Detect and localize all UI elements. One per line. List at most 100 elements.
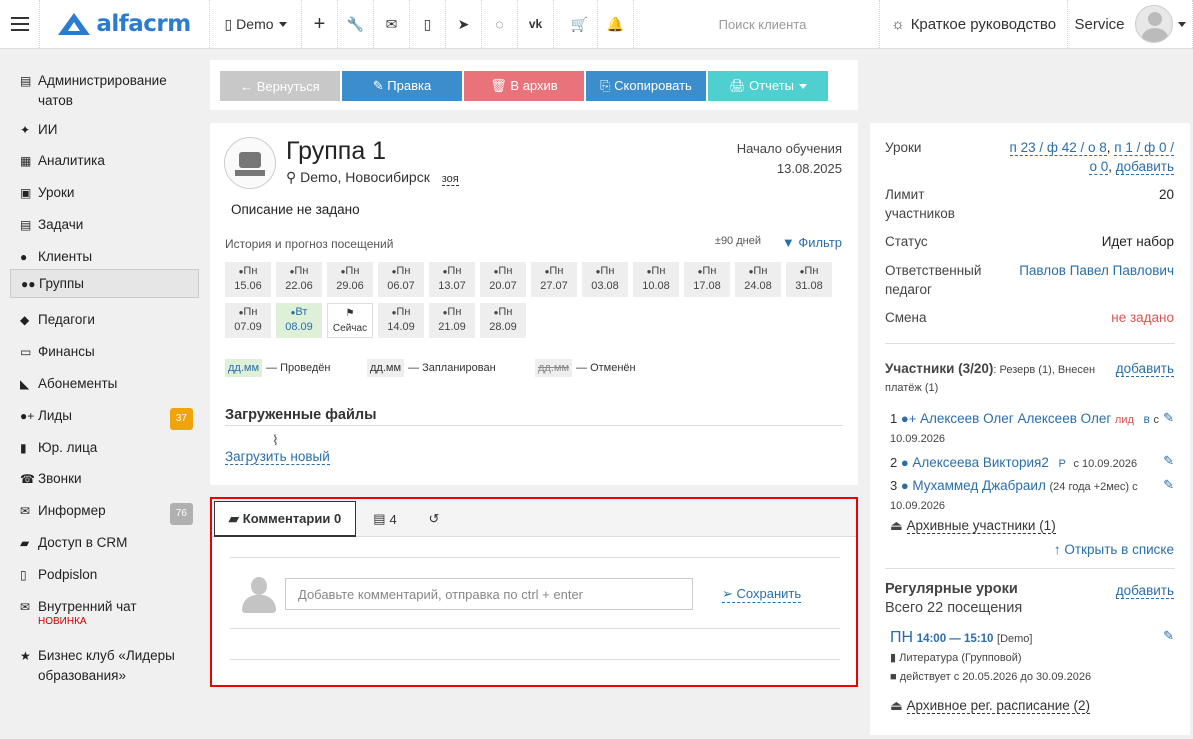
save-comment-button[interactable]: ➢ Сохранить <box>722 586 802 603</box>
sidebar-item-clients[interactable]: ● Клиенты <box>10 243 199 271</box>
user-icon: ● <box>900 455 909 470</box>
edit-label: ✎ Правка <box>372 78 432 93</box>
participant-name-link[interactable]: Алексеева Виктория2 <box>912 455 1049 470</box>
attendance-cell[interactable]: ●Пн 03.08 <box>582 262 628 297</box>
sidebar-item-informer[interactable]: ✉ Информер 76 <box>10 497 199 525</box>
wrench-icon: 🔧 <box>346 15 365 32</box>
add-button[interactable]: + <box>302 0 338 48</box>
edit-participant-button[interactable]: ✎ <box>1163 453 1174 469</box>
cart-button[interactable]: 🛒 <box>562 0 598 48</box>
attendance-cell[interactable]: ●Пн 28.09 <box>480 303 526 338</box>
sidebar-item-calls[interactable]: ☎ Звонки <box>10 465 199 493</box>
lessons-count-link-3[interactable]: о 0 <box>1089 159 1109 175</box>
edit-participant-button[interactable]: ✎ <box>1163 477 1174 493</box>
attendance-cell[interactable]: ●Пн 22.06 <box>276 262 322 297</box>
attendance-day: ●Пн <box>582 264 628 279</box>
logo[interactable]: alfacrm <box>40 0 210 48</box>
user-menu[interactable]: Service <box>1068 0 1193 48</box>
attendance-cell[interactable]: ●Пн 20.07 <box>480 262 526 297</box>
archive-button[interactable]: 🗑 В архив <box>464 71 584 101</box>
attendance-cell[interactable]: ●Пн 21.09 <box>429 303 475 338</box>
sidebar-item-teachers[interactable]: ◆ Педагоги <box>10 306 199 334</box>
sidebar-item-internal-chat[interactable]: ✉ Внутренний чат НОВИНКА <box>10 593 199 631</box>
sidebar-item-chat-admin[interactable]: ▤ Администрирование чатов <box>10 67 199 115</box>
archive-icon: ⏏ <box>890 698 903 713</box>
days-range[interactable]: ±90 дней <box>715 235 761 247</box>
attendance-cell[interactable]: ●Пн 15.06 <box>225 262 271 297</box>
attendance-cell[interactable]: ●Пн 24.08 <box>735 262 781 297</box>
attendance-cell[interactable]: ●Пн 10.08 <box>633 262 679 297</box>
sidebar-item-groups[interactable]: ●● Группы <box>10 269 199 298</box>
sidebar-item-label: Абонементы <box>38 376 118 391</box>
whatsapp-button[interactable]: ◌ <box>482 0 518 48</box>
attendance-cell[interactable]: ●Пн 31.08 <box>786 262 832 297</box>
attendance-cell[interactable]: ●Вт 08.09 <box>276 303 322 338</box>
archived-schedule-label: Архивное рег. расписание (2) <box>906 698 1091 714</box>
upload-file-link[interactable]: Загрузить новый <box>225 449 330 465</box>
add-regular-lesson-button[interactable]: добавить <box>1115 581 1174 600</box>
branch-select[interactable]: ▯ Demo <box>210 0 302 48</box>
quick-guide-button[interactable]: ☼ Краткое руководство <box>880 0 1068 48</box>
sidebar-item-tasks[interactable]: ▤ Задачи <box>10 211 199 239</box>
attendance-cell[interactable]: ●Пн 13.07 <box>429 262 475 297</box>
filter-button[interactable]: ▼ Фильтр <box>782 235 842 250</box>
room-link[interactable]: зоя <box>441 173 459 186</box>
attendance-cell[interactable]: ●Пн 17.08 <box>684 262 730 297</box>
participant-number: 3 <box>890 478 898 493</box>
sidebar-item-analytics[interactable]: ▦ Аналитика <box>10 147 199 175</box>
open-in-list-label: Открыть в списке <box>1064 542 1174 557</box>
notifications-button[interactable]: 🔔 <box>598 0 634 48</box>
sidebar-item-subscriptions[interactable]: ◣ Абонементы <box>10 370 199 398</box>
lesson-time: 14:00 — 15:10 <box>916 633 994 645</box>
attendance-cell[interactable]: ●Пн 29.06 <box>327 262 373 297</box>
attendance-cell[interactable]: ●Пн 06.07 <box>378 262 424 297</box>
calendar-icon: ▣ <box>20 186 32 200</box>
participant-name-link[interactable]: Мухаммед Джабраил <box>912 478 1046 493</box>
menu-toggle-button[interactable] <box>0 0 40 48</box>
tab-history[interactable]: ↺ <box>416 501 452 537</box>
mail-button[interactable]: ✉ <box>374 0 410 48</box>
plus-icon: + <box>313 12 326 35</box>
client-search-input[interactable]: Поиск клиента <box>636 0 880 48</box>
sidebar-item-legal-entities[interactable]: ▮ Юр. лица <box>10 434 199 462</box>
sidebar-item-leads[interactable]: ●+ Лиды 37 <box>10 402 199 430</box>
add-lesson-link[interactable]: добавить <box>1115 159 1174 175</box>
sidebar-item-crm-access[interactable]: ▰ Доступ в CRM <box>10 529 199 557</box>
reports-button[interactable]: 🖨 Отчеты <box>708 71 828 101</box>
comment-input[interactable] <box>285 578 693 610</box>
tab-comments[interactable]: ▰ Комментарии 0 <box>214 501 356 537</box>
divider <box>885 343 1175 344</box>
archived-schedule-link[interactable]: ⏏ Архивное рег. расписание (2) <box>890 696 1091 715</box>
regular-lessons-heading: Регулярные уроки Всего 22 посещения <box>885 580 1022 618</box>
sidebar-item-business-club[interactable]: ★ Бизнес клуб «Лидеры образования» <box>10 642 199 690</box>
edit-button[interactable]: ✎ Правка <box>342 71 462 101</box>
mobile-button[interactable]: ▯ <box>410 0 446 48</box>
edit-participant-button[interactable]: ✎ <box>1163 410 1174 426</box>
start-date-block: Начало обучения 13.08.2025 <box>737 139 842 179</box>
lessons-count-link-2[interactable]: п 1 / ф 0 / <box>1114 140 1174 156</box>
telegram-button[interactable]: ➤ <box>446 0 482 48</box>
attendance-date: 14.09 <box>387 321 415 333</box>
sidebar-item-lessons[interactable]: ▣ Уроки <box>10 179 199 207</box>
teacher-link[interactable]: Павлов Павел Павлович <box>1019 261 1174 280</box>
group-info-panel: Уроки п 23 / ф 42 / о 8, п 1 / ф 0 / о 0… <box>870 123 1190 735</box>
sidebar-item-finance[interactable]: ▭ Финансы <box>10 338 199 366</box>
vk-button[interactable]: vk <box>518 0 554 48</box>
tools-button[interactable]: 🔧 <box>338 0 374 48</box>
add-participant-button[interactable]: добавить <box>1115 359 1174 378</box>
page-title: Группа 1 <box>286 137 387 165</box>
tab-tasks[interactable]: ▤ 4 <box>362 501 408 537</box>
edit-regular-lesson-button[interactable]: ✎ <box>1163 628 1174 644</box>
participant-name-link[interactable]: Алексеев Олег Алексеев Олег <box>920 411 1111 426</box>
copy-button[interactable]: ⎘ Скопировать <box>586 71 706 101</box>
sidebar-item-podpislon[interactable]: ▯ Podpislon <box>10 561 199 589</box>
lessons-count-link[interactable]: п 23 / ф 42 / о 8 <box>1009 140 1107 156</box>
attendance-cell[interactable]: ⚑ Сейчас <box>327 303 373 338</box>
back-button[interactable]: ← Вернуться <box>220 71 340 101</box>
attendance-cell[interactable]: ●Пн 14.09 <box>378 303 424 338</box>
attendance-cell[interactable]: ●Пн 07.09 <box>225 303 271 338</box>
open-in-list-link[interactable]: ↑ Открыть в списке <box>1054 540 1174 559</box>
sidebar-item-ai[interactable]: ✦ ИИ <box>10 116 199 144</box>
attendance-cell[interactable]: ●Пн 27.07 <box>531 262 577 297</box>
archived-participants-link[interactable]: ⏏ Архивные участники (1) <box>890 516 1056 535</box>
